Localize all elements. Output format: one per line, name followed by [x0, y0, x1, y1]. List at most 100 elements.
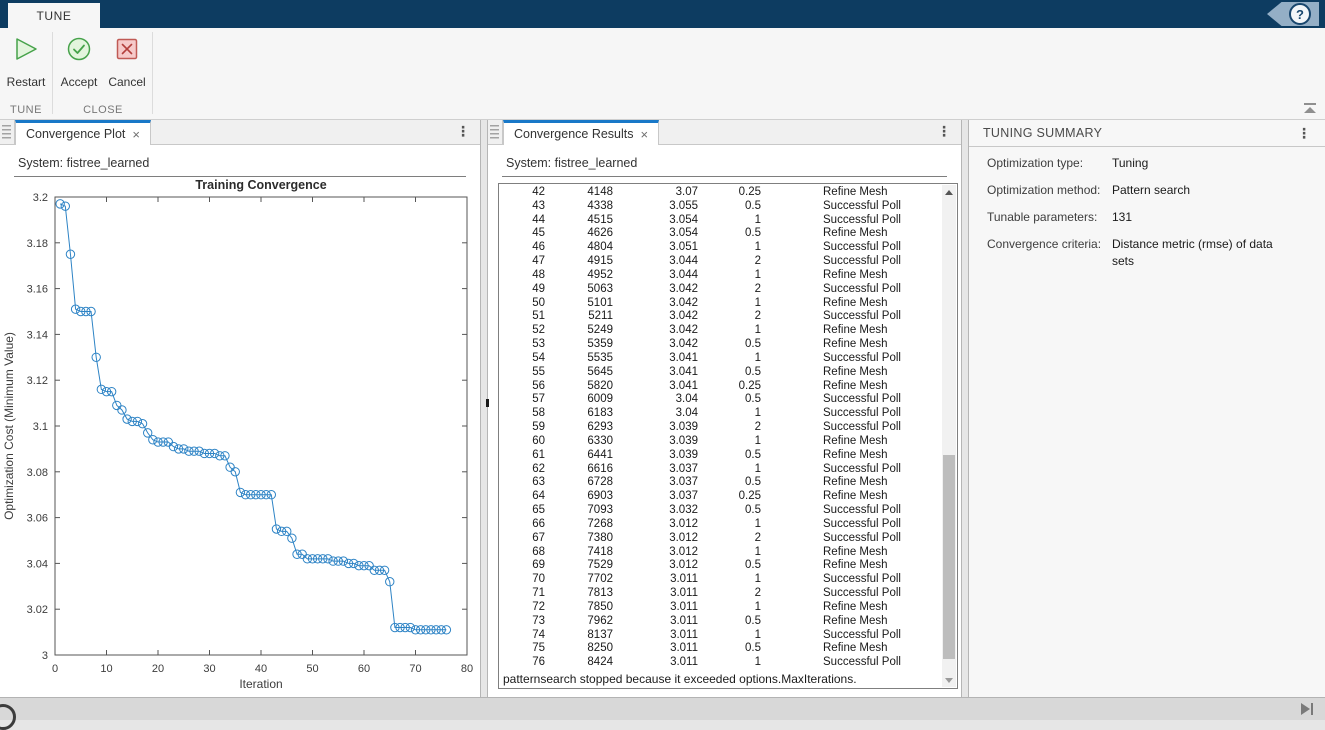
table-row[interactable]: 7077023.0111Successful Poll — [500, 573, 941, 587]
results-tabstrip: Convergence Results × ⋮ — [488, 120, 961, 145]
table-row[interactable]: 6266163.0371Successful Poll — [500, 463, 941, 477]
table-cell: 1 — [698, 297, 761, 311]
table-row[interactable]: 4849523.0441Refine Mesh — [500, 269, 941, 283]
restart-button[interactable]: Restart — [2, 34, 50, 89]
table-cell: 1 — [698, 241, 761, 255]
table-row[interactable]: 7582503.0110.5Refine Mesh — [500, 642, 941, 656]
table-row[interactable]: 4445153.0541Successful Poll — [500, 214, 941, 228]
panel-grip-handle[interactable] — [2, 125, 11, 140]
table-cell — [761, 269, 823, 283]
table-row[interactable]: 6164413.0390.5Refine Mesh — [500, 449, 941, 463]
results-system-label: System: fistree_learned — [506, 156, 637, 170]
table-row[interactable]: 5760093.040.5Successful Poll — [500, 393, 941, 407]
table-row[interactable]: 7178133.0112Successful Poll — [500, 587, 941, 601]
table-row[interactable]: 4749153.0442Successful Poll — [500, 255, 941, 269]
table-row[interactable]: 5556453.0410.5Refine Mesh — [500, 366, 941, 380]
tuning-summary-header: TUNING SUMMARY ⋮ — [969, 120, 1325, 147]
table-cell: 6903 — [545, 490, 613, 504]
table-cell: 3.055 — [613, 200, 698, 214]
panel-grip-handle[interactable] — [490, 125, 499, 140]
table-row[interactable]: 6874183.0121Refine Mesh — [500, 546, 941, 560]
table-row[interactable]: 5861833.041Successful Poll — [500, 407, 941, 421]
table-row[interactable]: 5051013.0421Refine Mesh — [500, 297, 941, 311]
table-row[interactable]: 6063303.0391Refine Mesh — [500, 435, 941, 449]
tuning-summary-panel: TUNING SUMMARY ⋮ Optimization type: Tuni… — [968, 120, 1325, 697]
tab-convergence-plot[interactable]: Convergence Plot × — [15, 120, 151, 145]
table-row[interactable]: 5152113.0422Successful Poll — [500, 310, 941, 324]
table-row[interactable]: 4546263.0540.5Refine Mesh — [500, 227, 941, 241]
table-row[interactable]: 7278503.0111Refine Mesh — [500, 601, 941, 615]
table-cell: 1 — [698, 435, 761, 449]
table-row[interactable]: 6570933.0320.5Successful Poll — [500, 504, 941, 518]
table-row[interactable]: 5962933.0392Successful Poll — [500, 421, 941, 435]
tab-convergence-results[interactable]: Convergence Results × — [503, 120, 659, 145]
tab-tune[interactable]: TUNE — [8, 3, 100, 28]
table-cell: 5211 — [545, 310, 613, 324]
table-cell: 50 — [500, 297, 545, 311]
table-cell — [761, 449, 823, 463]
ribbon-toolbar: Restart Accept Cancel TUNE CLOSE — [0, 28, 1325, 120]
table-row[interactable]: 4950633.0422Successful Poll — [500, 283, 941, 297]
table-cell: 55 — [500, 366, 545, 380]
table-row[interactable]: 4343383.0550.5Successful Poll — [500, 200, 941, 214]
table-row[interactable]: 6367283.0370.5Refine Mesh — [500, 476, 941, 490]
table-cell: Successful Poll — [823, 200, 941, 214]
table-cell: 8250 — [545, 642, 613, 656]
table-row[interactable]: 4648043.0511Successful Poll — [500, 241, 941, 255]
svg-text:Optimization Cost (Minimum Val: Optimization Cost (Minimum Value) — [2, 332, 16, 520]
close-tab-icon[interactable]: × — [132, 128, 140, 141]
skip-to-end-icon[interactable] — [1301, 702, 1317, 716]
table-row[interactable]: 5252493.0421Refine Mesh — [500, 324, 941, 338]
accept-label: Accept — [55, 75, 103, 89]
collapse-ribbon-button[interactable] — [1303, 103, 1317, 117]
table-row[interactable]: 6672683.0121Successful Poll — [500, 518, 941, 532]
table-cell: 61 — [500, 449, 545, 463]
table-row[interactable]: 6773803.0122Successful Poll — [500, 532, 941, 546]
table-row[interactable]: 7684243.0111Successful Poll — [500, 656, 941, 670]
cancel-button[interactable]: Cancel — [103, 34, 151, 89]
table-cell: 3.042 — [613, 297, 698, 311]
scroll-down-icon[interactable] — [942, 673, 956, 687]
table-cell — [761, 421, 823, 435]
table-row[interactable]: 5455353.0411Successful Poll — [500, 352, 941, 366]
table-cell — [761, 255, 823, 269]
help-icon: ? — [1289, 3, 1311, 25]
results-scrollbar[interactable] — [942, 185, 956, 687]
table-cell: 3.04 — [613, 407, 698, 421]
table-cell: Successful Poll — [823, 421, 941, 435]
close-tab-icon[interactable]: × — [641, 128, 649, 141]
panel-splitter-handle[interactable] — [486, 399, 489, 407]
panel-menu-icon[interactable]: ⋮ — [937, 123, 951, 140]
table-cell — [761, 227, 823, 241]
table-cell: 0.25 — [698, 186, 761, 200]
table-cell — [761, 490, 823, 504]
scroll-up-icon[interactable] — [942, 185, 956, 199]
panel-menu-icon[interactable]: ⋮ — [1297, 125, 1311, 142]
table-cell: 3.012 — [613, 559, 698, 573]
table-row[interactable]: 7379623.0110.5Refine Mesh — [500, 615, 941, 629]
table-row[interactable]: 5353593.0420.5Refine Mesh — [500, 338, 941, 352]
scrollbar-thumb[interactable] — [943, 455, 955, 659]
table-cell: 3.032 — [613, 504, 698, 518]
table-cell: 52 — [500, 324, 545, 338]
table-row[interactable]: 6469033.0370.25Refine Mesh — [500, 490, 941, 504]
panel-menu-icon[interactable]: ⋮ — [456, 123, 470, 140]
summary-row-optimization-method: Optimization method: Pattern search — [969, 182, 1325, 199]
table-cell: 1 — [698, 656, 761, 670]
table-row[interactable]: 7481373.0111Successful Poll — [500, 629, 941, 643]
table-cell — [761, 407, 823, 421]
field-value: Pattern search — [1112, 182, 1190, 199]
table-cell — [761, 532, 823, 546]
accept-button[interactable]: Accept — [55, 34, 103, 89]
table-row[interactable]: 6975293.0120.5Refine Mesh — [500, 559, 941, 573]
table-row[interactable]: 4241483.070.25Refine Mesh — [500, 186, 941, 200]
table-cell: 7702 — [545, 573, 613, 587]
table-cell — [761, 518, 823, 532]
table-cell: 44 — [500, 214, 545, 228]
help-button[interactable]: ? — [1267, 2, 1319, 26]
table-cell: 6441 — [545, 449, 613, 463]
table-row[interactable]: 5658203.0410.25Refine Mesh — [500, 380, 941, 394]
table-cell: 1 — [698, 324, 761, 338]
svg-text:3.08: 3.08 — [27, 467, 48, 479]
table-cell: 3.07 — [613, 186, 698, 200]
